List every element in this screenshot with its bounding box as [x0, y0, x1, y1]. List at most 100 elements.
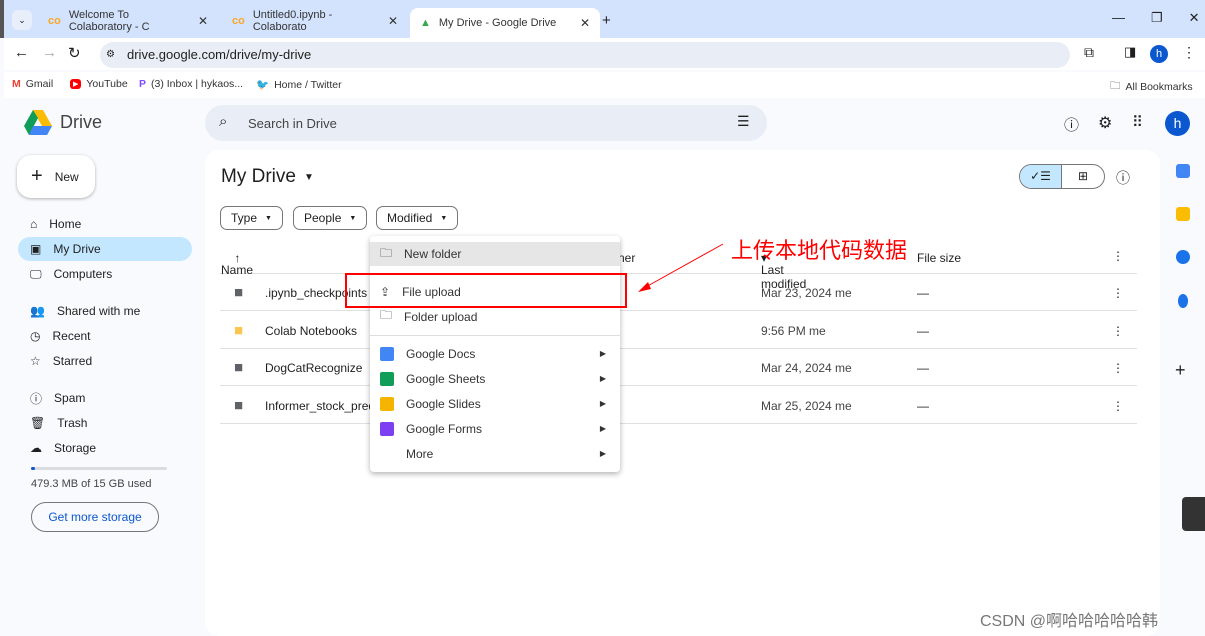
apps-icon[interactable]: ⠿ [1132, 113, 1143, 131]
account-avatar[interactable]: h [1165, 111, 1190, 136]
extensions-icon[interactable]: ⧉ [1084, 44, 1094, 61]
folder-icon: ■ [234, 284, 244, 301]
tab-colab-welcome[interactable]: co Welcome To Colaboratory - C ✕ [38, 8, 218, 34]
profile-avatar[interactable]: h [1150, 45, 1168, 63]
tab-my-drive[interactable]: ▲ My Drive - Google Drive ✕ [410, 8, 600, 38]
bookmark-youtube[interactable]: ▶ YouTube [70, 78, 128, 90]
tab-search-button[interactable]: ⌄ [12, 10, 32, 30]
sidebar-item-trash[interactable]: 🗑 Trash [18, 411, 192, 435]
drive-icon: ▲ [420, 17, 431, 29]
close-icon[interactable]: ✕ [388, 14, 398, 28]
sidebar-item-recent[interactable]: ◷ Recent [18, 324, 192, 348]
page-title[interactable]: My Drive ▼ [221, 166, 314, 188]
clock-icon: ◷ [30, 329, 41, 343]
menu-google-docs[interactable]: Google Docs ▶ [370, 341, 620, 366]
last-modified: Mar 23, 2024 me [761, 286, 852, 300]
submenu-arrow-icon: ▶ [599, 449, 606, 458]
more-actions-icon[interactable]: ⋮ [1112, 286, 1124, 300]
menu-icon[interactable]: ⋮ [1182, 44, 1196, 61]
proton-icon: P [139, 78, 147, 90]
last-modified: Mar 25, 2024 me [761, 398, 852, 413]
sidebar-item-home[interactable]: ⌂ Home [18, 212, 192, 236]
menu-more[interactable]: More ▶ [370, 441, 620, 466]
column-size[interactable]: File size [917, 251, 961, 265]
sidebar-item-spam[interactable]: ⓘ Spam [18, 386, 192, 410]
caret-down-icon: ▼ [349, 214, 357, 222]
plus-icon: + [31, 165, 43, 187]
star-icon: ☆ [30, 354, 41, 368]
drive-logo[interactable]: Drive [24, 110, 102, 135]
reload-icon[interactable]: ↻ [68, 44, 81, 62]
sidebar-item-storage[interactable]: ☁ Storage [18, 436, 192, 460]
keep-icon[interactable] [1176, 207, 1190, 221]
tab-untitled[interactable]: co Untitled0.ipynb - Colaborato ✕ [222, 8, 408, 34]
add-addon-icon[interactable]: + [1175, 360, 1186, 381]
menu-google-slides[interactable]: Google Slides ▶ [370, 391, 620, 416]
sidepanel-icon[interactable]: ◨ [1124, 44, 1136, 60]
new-folder-icon: 🗀 [380, 245, 393, 260]
tasks-icon[interactable] [1176, 250, 1190, 264]
close-window-button[interactable]: ✕ [1189, 10, 1200, 26]
more-actions-icon[interactable]: ⋮ [1112, 399, 1124, 413]
grid-view-button[interactable]: ⊞ [1061, 165, 1104, 188]
folder-upload-icon: 🗀 [380, 308, 393, 322]
search-options-icon[interactable]: ☰ [737, 113, 750, 130]
search-icon[interactable]: ⌕ [219, 113, 227, 130]
contacts-icon[interactable] [1178, 294, 1188, 308]
search-bar[interactable]: ⌕ Search in Drive ☰ [205, 105, 767, 141]
forward-icon[interactable]: → [42, 44, 57, 61]
sidebar-item-my-drive[interactable]: ▣ My Drive [18, 237, 192, 261]
table-row[interactable]: ■ Colab Notebooks me 9:56 PM me — ⋮ [220, 312, 1137, 349]
table-row[interactable]: ■ DogCatRecognize me Mar 24, 2024 me — ⋮ [220, 349, 1137, 386]
address-bar[interactable]: ⚙ drive.google.com/drive/my-drive [100, 42, 1070, 68]
more-actions-icon[interactable]: ⋮ [1112, 361, 1124, 375]
window-controls: — ❐ ✕ [1112, 10, 1200, 26]
file-name: DogCatRecognize [265, 361, 363, 375]
side-panel-toggle[interactable] [1182, 497, 1205, 531]
calendar-icon[interactable] [1176, 164, 1190, 178]
site-info-icon[interactable]: ⚙ [106, 42, 115, 68]
file-size: — [917, 323, 929, 338]
caret-down-icon: ▼ [440, 214, 448, 222]
more-icon[interactable]: ⋮ [1112, 249, 1124, 263]
filter-modified[interactable]: Modified ▼ [376, 206, 459, 230]
menu-google-sheets[interactable]: Google Sheets ▶ [370, 366, 620, 391]
settings-icon[interactable]: ⚙ [1098, 113, 1112, 133]
sidebar-item-starred[interactable]: ☆ Starred [18, 349, 192, 373]
drive-icon: ▣ [30, 242, 42, 256]
tab-bar: ⌄ co Welcome To Colaboratory - C ✕ co Untit… [0, 0, 1205, 38]
file-name: Informer_stock_pred [265, 398, 376, 413]
new-tab-button[interactable]: + [602, 12, 611, 29]
sidebar-item-computers[interactable]: 🖵 Computers [18, 262, 192, 286]
back-icon[interactable]: ← [14, 44, 29, 61]
folder-icon: 🗀 [1110, 80, 1121, 92]
people-icon: 👥 [30, 304, 45, 318]
spam-icon: ⓘ [30, 391, 43, 406]
filter-people[interactable]: People ▼ [293, 206, 368, 230]
sheets-icon [380, 371, 394, 386]
menu-google-forms[interactable]: Google Forms ▶ [370, 416, 620, 441]
bookmark-inbox[interactable]: P (3) Inbox | hykaos... [139, 78, 243, 90]
bookmark-gmail[interactable]: M Gmail [12, 78, 53, 90]
all-bookmarks[interactable]: 🗀 All Bookmarks [1110, 78, 1193, 96]
help-icon[interactable]: ⓘ [1064, 114, 1079, 135]
menu-new-folder[interactable]: 🗀 New folder [370, 242, 620, 266]
close-icon[interactable]: ✕ [198, 14, 208, 28]
file-size: — [917, 398, 929, 413]
filter-type[interactable]: Type ▼ [220, 206, 283, 230]
new-button[interactable]: + New [17, 155, 95, 198]
storage-bar-fill [31, 467, 36, 470]
column-name[interactable]: Name ↑ [221, 251, 253, 277]
info-icon[interactable]: ⓘ [1116, 168, 1130, 188]
submenu-arrow-icon: ▶ [599, 424, 606, 433]
sidebar-item-shared[interactable]: 👥 Shared with me [18, 299, 192, 323]
get-more-storage-button[interactable]: Get more storage [31, 502, 159, 532]
minimize-button[interactable]: — [1112, 10, 1125, 26]
view-toggle: ✓☰ ⊞ [1019, 164, 1105, 189]
more-actions-icon[interactable]: ⋮ [1112, 324, 1124, 338]
table-row[interactable]: ■ Informer_stock_pred me Mar 25, 2024 me… [220, 387, 1137, 424]
maximize-button[interactable]: ❐ [1151, 10, 1163, 26]
close-icon[interactable]: ✕ [580, 16, 590, 30]
list-view-button[interactable]: ✓☰ [1020, 165, 1062, 188]
bookmark-twitter[interactable]: 🐦 Home / Twitter [256, 78, 342, 92]
